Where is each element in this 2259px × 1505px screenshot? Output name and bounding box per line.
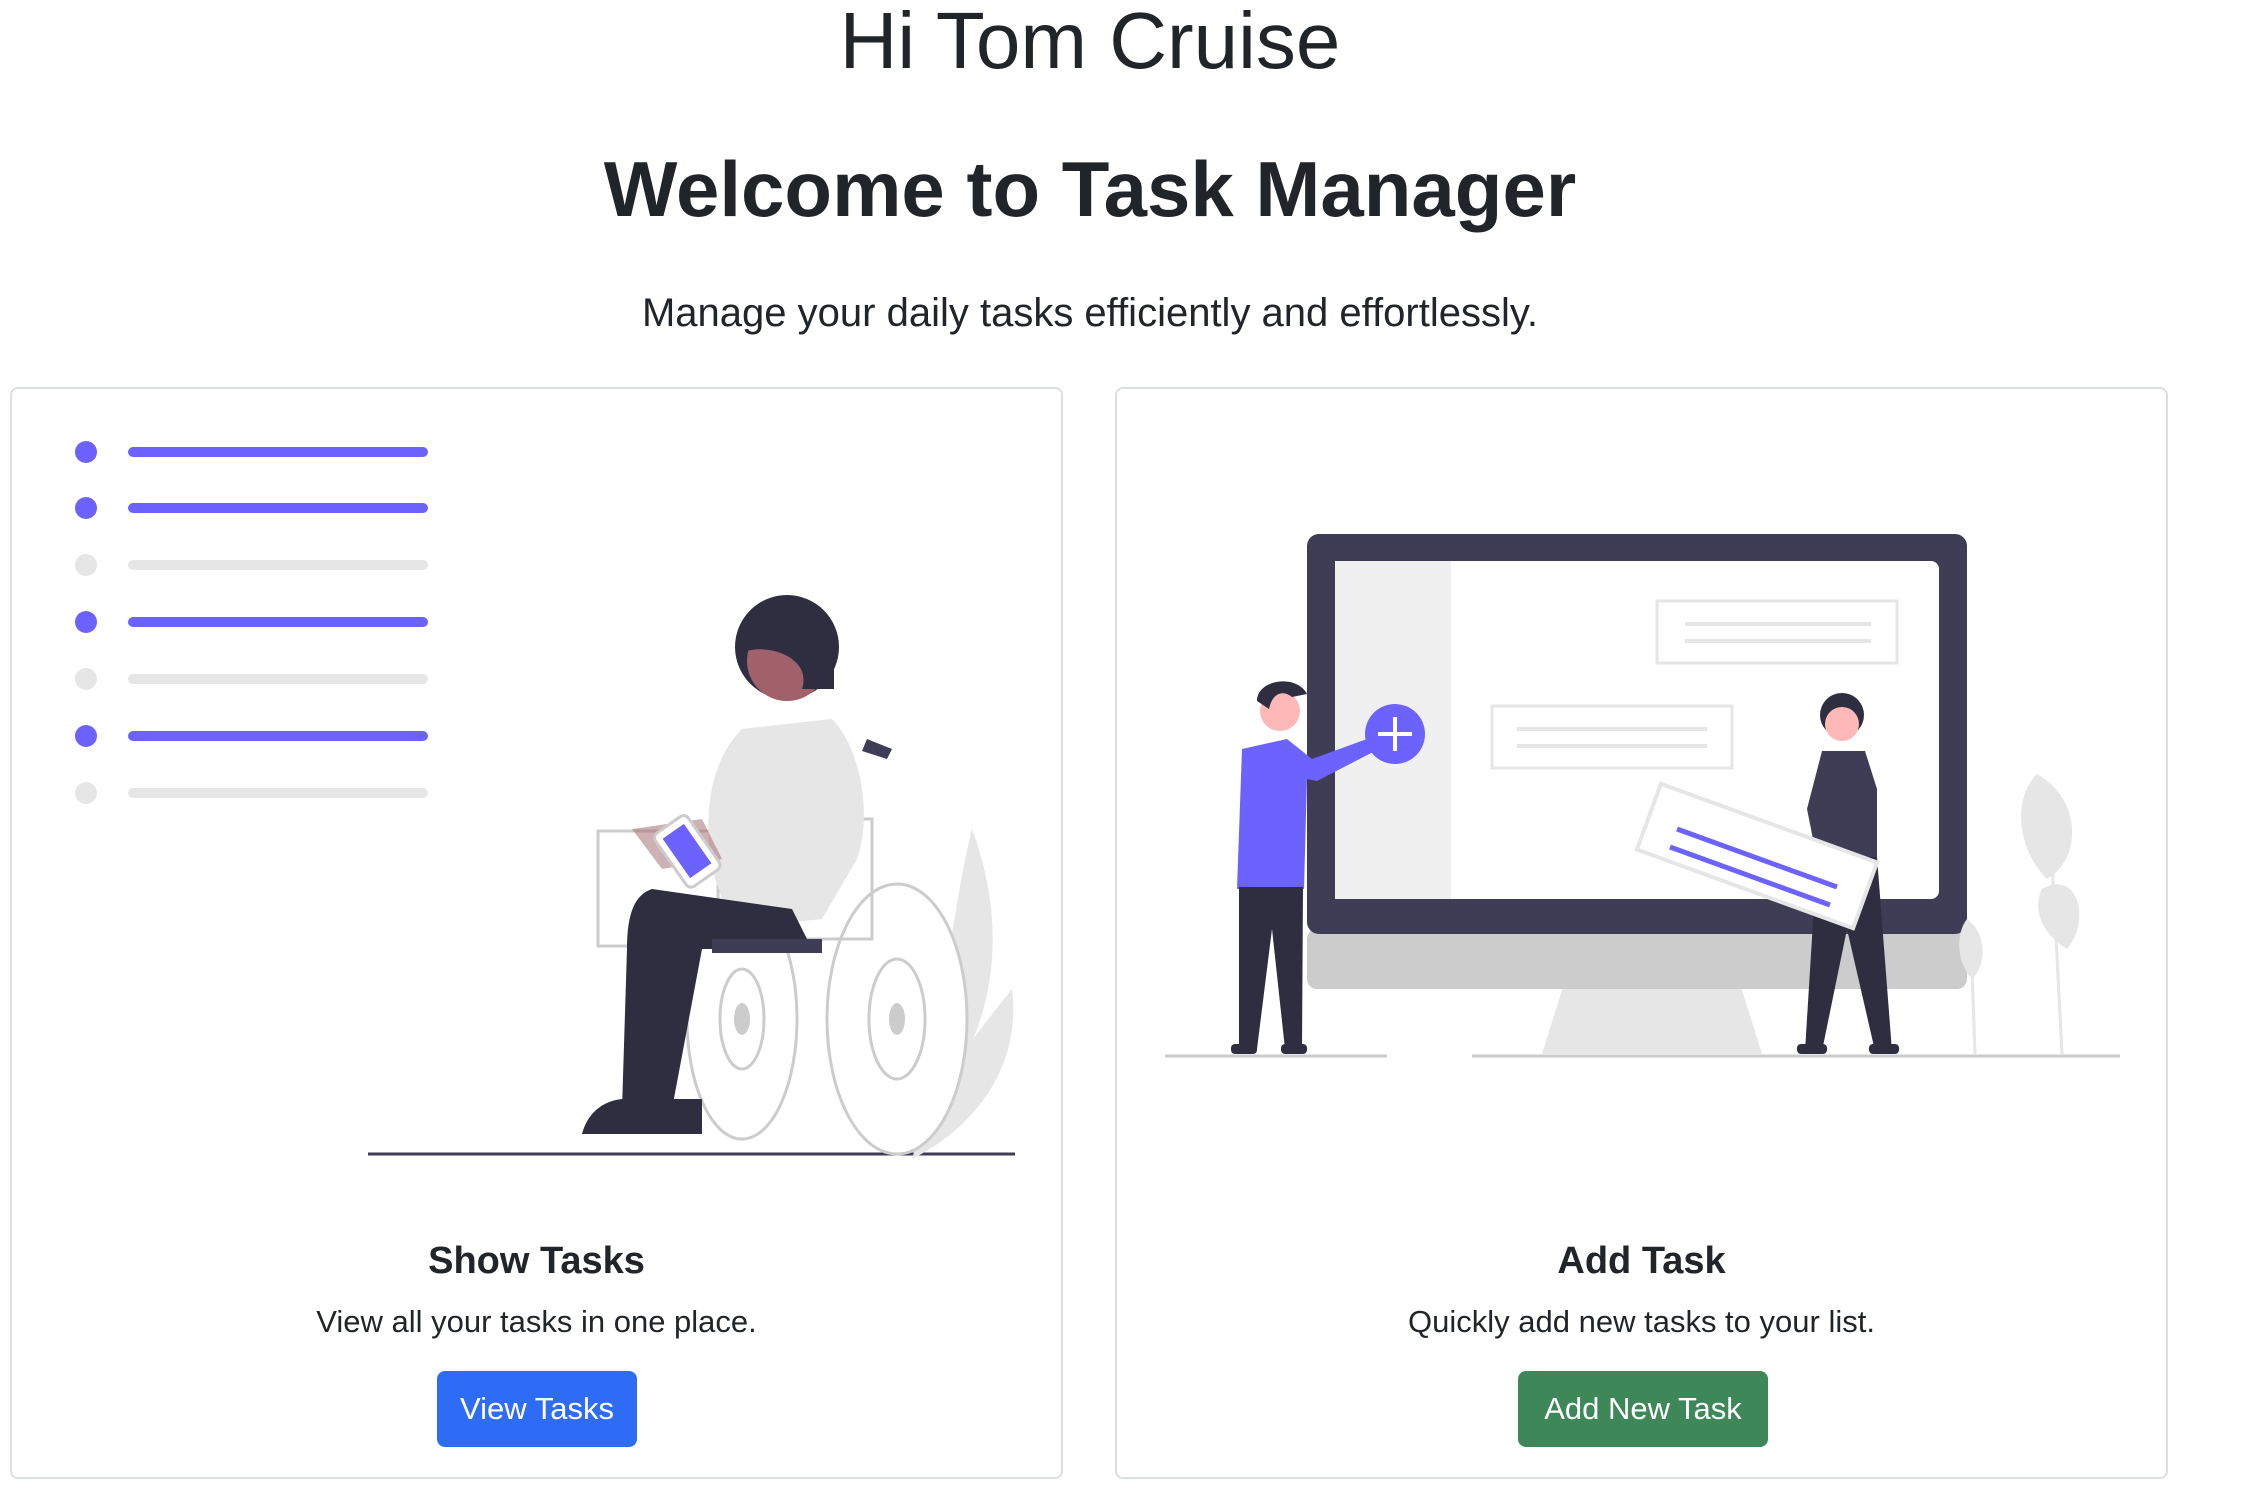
add-new-task-button[interactable]: Add New Task	[1518, 1371, 1768, 1447]
welcome-heading: Welcome to Task Manager	[603, 145, 1577, 233]
task-list-illustration	[75, 441, 1015, 1159]
welcome-subtitle: Manage your daily tasks efficiently and …	[641, 291, 1538, 335]
show-tasks-title: Show Tasks	[428, 1240, 645, 1282]
add-task-title: Add Task	[1557, 1240, 1726, 1282]
add-task-card: Add Task Quickly add new tasks to your l…	[1115, 387, 2168, 1479]
show-tasks-card: Show Tasks View all your tasks in one pl…	[10, 387, 1063, 1479]
checklist-graphic	[75, 441, 428, 804]
plus-icon	[1365, 704, 1425, 764]
greeting-heading: Hi Tom Cruise	[839, 0, 1341, 85]
add-task-illustration	[1165, 534, 2120, 1058]
task-manager-home: Hi Tom Cruise Welcome to Task Manager Ma…	[0, 0, 2259, 1505]
view-tasks-button[interactable]: View Tasks	[437, 1371, 637, 1447]
add-task-description: Quickly add new tasks to your list.	[1408, 1304, 1875, 1339]
show-tasks-description: View all your tasks in one place.	[316, 1304, 757, 1339]
